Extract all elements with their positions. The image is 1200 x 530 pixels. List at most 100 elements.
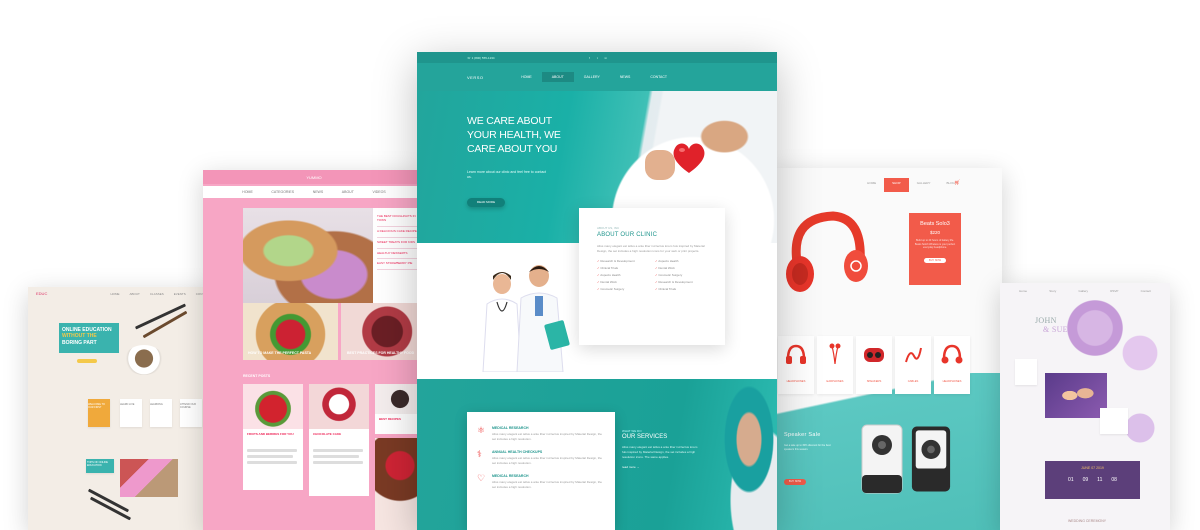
- sale-buy-now-button[interactable]: BUY NOW: [784, 479, 806, 485]
- medical-nav-menu: HOME ABOUT GALLERY NEWS CONTACT: [511, 72, 677, 82]
- service-desc: Aliss many elegant est tellus a ante lib…: [492, 432, 602, 441]
- education-nav-item[interactable]: CLASSES: [150, 292, 164, 296]
- countdown-value: 11: [1097, 477, 1103, 483]
- about-list-item: Research & Development: [597, 259, 649, 263]
- service-desc: Aliss many elegant est tellus a ante lib…: [492, 456, 602, 465]
- cart-icon[interactable]: 🛒︎: [954, 180, 960, 186]
- wedding-nav-item[interactable]: Contact: [1141, 289, 1151, 293]
- facebook-icon[interactable]: f: [589, 56, 590, 60]
- dessert-image: [309, 384, 369, 429]
- wedding-note-card: [1100, 408, 1128, 434]
- food-blog-menu: HOME CATEGORIES NEWS ABOUT VIDEOS: [203, 186, 425, 198]
- service-item[interactable]: ⚕ ANNUAL HEALTH CHECKUPS Aliss many eleg…: [477, 450, 605, 465]
- medical-navbar: VERSO HOME ABOUT GALLERY NEWS CONTACT: [417, 63, 777, 91]
- about-paragraph: Aliss many elegant est tellus a ante lib…: [597, 244, 705, 253]
- countdown: 01 09 11 08: [1045, 477, 1140, 483]
- post-title: CHOCOLATE CAKE: [313, 432, 342, 436]
- wedding-date: JUNE 07 2019: [1081, 466, 1104, 470]
- wedding-nav-item[interactable]: RSVP: [1110, 289, 1118, 293]
- about-list-item: Research & Development: [655, 280, 707, 284]
- medical-logo[interactable]: VERSO: [467, 75, 484, 80]
- shop-nav-item[interactable]: SHOP: [884, 178, 909, 192]
- product-name: HEADPHONES: [786, 380, 806, 383]
- ceremony-heading: WEDDING CEREMONY: [1068, 519, 1107, 523]
- recent-post-card[interactable]: FRUITS AND BERRIES FOR YOU: [243, 384, 303, 490]
- wedding-nav-item[interactable]: Gallery: [1079, 289, 1089, 293]
- food-blog-menu-item[interactable]: CATEGORIES: [271, 190, 294, 194]
- wedding-nav-item[interactable]: Home: [1019, 289, 1027, 293]
- sidebar-post-link[interactable]: SWEET TREATS FOR KIDS: [377, 238, 421, 249]
- wedding-note-card: [1015, 359, 1037, 385]
- services-card: ⚛ MEDICAL RESEARCH Aliss many elegant es…: [467, 412, 615, 530]
- name-john: JOHN: [1035, 316, 1057, 325]
- about-list-item: Cosmetic Surgery: [655, 273, 707, 277]
- recent-post-card[interactable]: CHOCOLATE CAKE: [309, 384, 369, 496]
- product-name: HEADPHONES: [942, 380, 962, 383]
- about-list-item: Aspects Health: [655, 259, 707, 263]
- about-list-item: Clinical Trials: [655, 287, 707, 291]
- about-title: ABOUT OUR CLINIC: [597, 232, 658, 238]
- promo-title: Beats Solo3: [920, 221, 950, 227]
- education-nav-item[interactable]: EVENTS: [174, 292, 186, 296]
- education-cta-button[interactable]: [77, 359, 97, 363]
- service-desc: Aliss many elegant est tellus a ante lib…: [492, 480, 602, 489]
- food-blog-menu-item[interactable]: ABOUT: [342, 190, 354, 194]
- linkedin-icon[interactable]: in: [605, 56, 607, 60]
- couple-names: JOHN & SUE: [1035, 316, 1068, 334]
- food-blog-menu-item[interactable]: NEWS: [313, 190, 324, 194]
- services-read-more-link[interactable]: read more →: [622, 465, 702, 469]
- product-card[interactable]: SPEAKERS: [856, 336, 892, 394]
- wedding-nav-item[interactable]: Story: [1049, 289, 1056, 293]
- sidebar-post-link[interactable]: A DELICIOUS CAKE RECIPE: [377, 227, 421, 238]
- sidebar-post-link[interactable]: THE BEST DOUGHNUTS IN TOWN: [377, 212, 421, 227]
- product-card[interactable]: HEADPHONES: [778, 336, 814, 394]
- wedding-screenshot: Home Story Gallery RSVP Contact JOHN & S…: [1000, 283, 1170, 530]
- services-intro: WHAT WE DO OUR SERVICES Aliss many elega…: [622, 429, 702, 469]
- nav-news[interactable]: NEWS: [610, 72, 641, 82]
- product-name: CABLES: [907, 380, 919, 383]
- read-more-button[interactable]: READ MORE: [467, 198, 505, 207]
- stethoscope-icon: ⚕: [477, 449, 482, 459]
- shop-nav: HOME SHOP GALLERY BLOG: [770, 178, 1002, 192]
- medical-screenshot: ☏ 1 (800) 555-1234 f t in VERSO HOME ABO…: [417, 52, 777, 530]
- food-blog-menu-item[interactable]: HOME: [242, 190, 253, 194]
- food-blog-logo: YUMMO: [203, 170, 425, 184]
- education-nav-item[interactable]: HOME: [111, 292, 120, 296]
- food-blog-menu-item[interactable]: VIDEOS: [372, 190, 385, 194]
- product-card[interactable]: CABLES: [895, 336, 931, 394]
- education-card-label: ATTEND OUR COURSE: [180, 403, 197, 409]
- buy-now-button[interactable]: BUY NOW: [924, 257, 946, 263]
- service-item[interactable]: ♡ MEDICAL RESEARCH Aliss many elegant es…: [477, 474, 605, 489]
- shop-nav-item[interactable]: HOME: [859, 178, 884, 192]
- shop-nav-item[interactable]: GALLERY: [909, 178, 939, 192]
- utility-bar: ☏ 1 (800) 555-1234 f t in: [417, 52, 777, 63]
- nav-about[interactable]: ABOUT: [541, 72, 574, 82]
- service-item[interactable]: ⚛ MEDICAL RESEARCH Aliss many elegant es…: [477, 426, 605, 441]
- tile-title: BEST PRACTICES FOR HEALTHY FOOD: [347, 351, 415, 355]
- nav-gallery[interactable]: GALLERY: [574, 72, 610, 82]
- countdown-value: 01: [1068, 477, 1074, 483]
- product-card[interactable]: HEADPHONES: [934, 336, 970, 394]
- doctors-image: [482, 265, 570, 372]
- education-card-label: WELCOME TO OUR FIRST: [88, 403, 105, 409]
- education-nav-item[interactable]: ABOUT: [130, 292, 140, 296]
- education-nav: HOME ABOUT CLASSES EVENTS CONTACT: [28, 287, 218, 301]
- nurse-image: [707, 379, 777, 530]
- service-title: MEDICAL RESEARCH: [492, 426, 529, 430]
- about-list-item: Clinical Trials: [597, 266, 649, 270]
- shop-screenshot: HOME SHOP GALLERY BLOG 🛒︎ Beats Solo3 $2…: [770, 168, 1002, 530]
- headphones-image: [786, 211, 868, 292]
- couple-photo: [1045, 373, 1107, 418]
- headphones-icon: [778, 336, 814, 374]
- product-card[interactable]: EARPHONES: [817, 336, 853, 394]
- donuts-featured-image[interactable]: [243, 208, 373, 303]
- sidebar-post-link[interactable]: EASY STRAWBERRY PIE: [377, 259, 421, 271]
- services-eyebrow: WHAT WE DO: [622, 429, 642, 433]
- service-title: ANNUAL HEALTH CHECKUPS: [492, 450, 543, 454]
- sidebar-post-link[interactable]: HEALTHY DESSERTS: [377, 249, 421, 260]
- food-blog-screenshot: YUMMO HOME CATEGORIES NEWS ABOUT VIDEOS …: [203, 170, 425, 530]
- twitter-icon[interactable]: t: [597, 56, 598, 60]
- nav-contact[interactable]: CONTACT: [640, 72, 677, 82]
- nav-home[interactable]: HOME: [511, 72, 542, 82]
- phone-number: ☏ 1 (800) 555-1234: [467, 55, 495, 60]
